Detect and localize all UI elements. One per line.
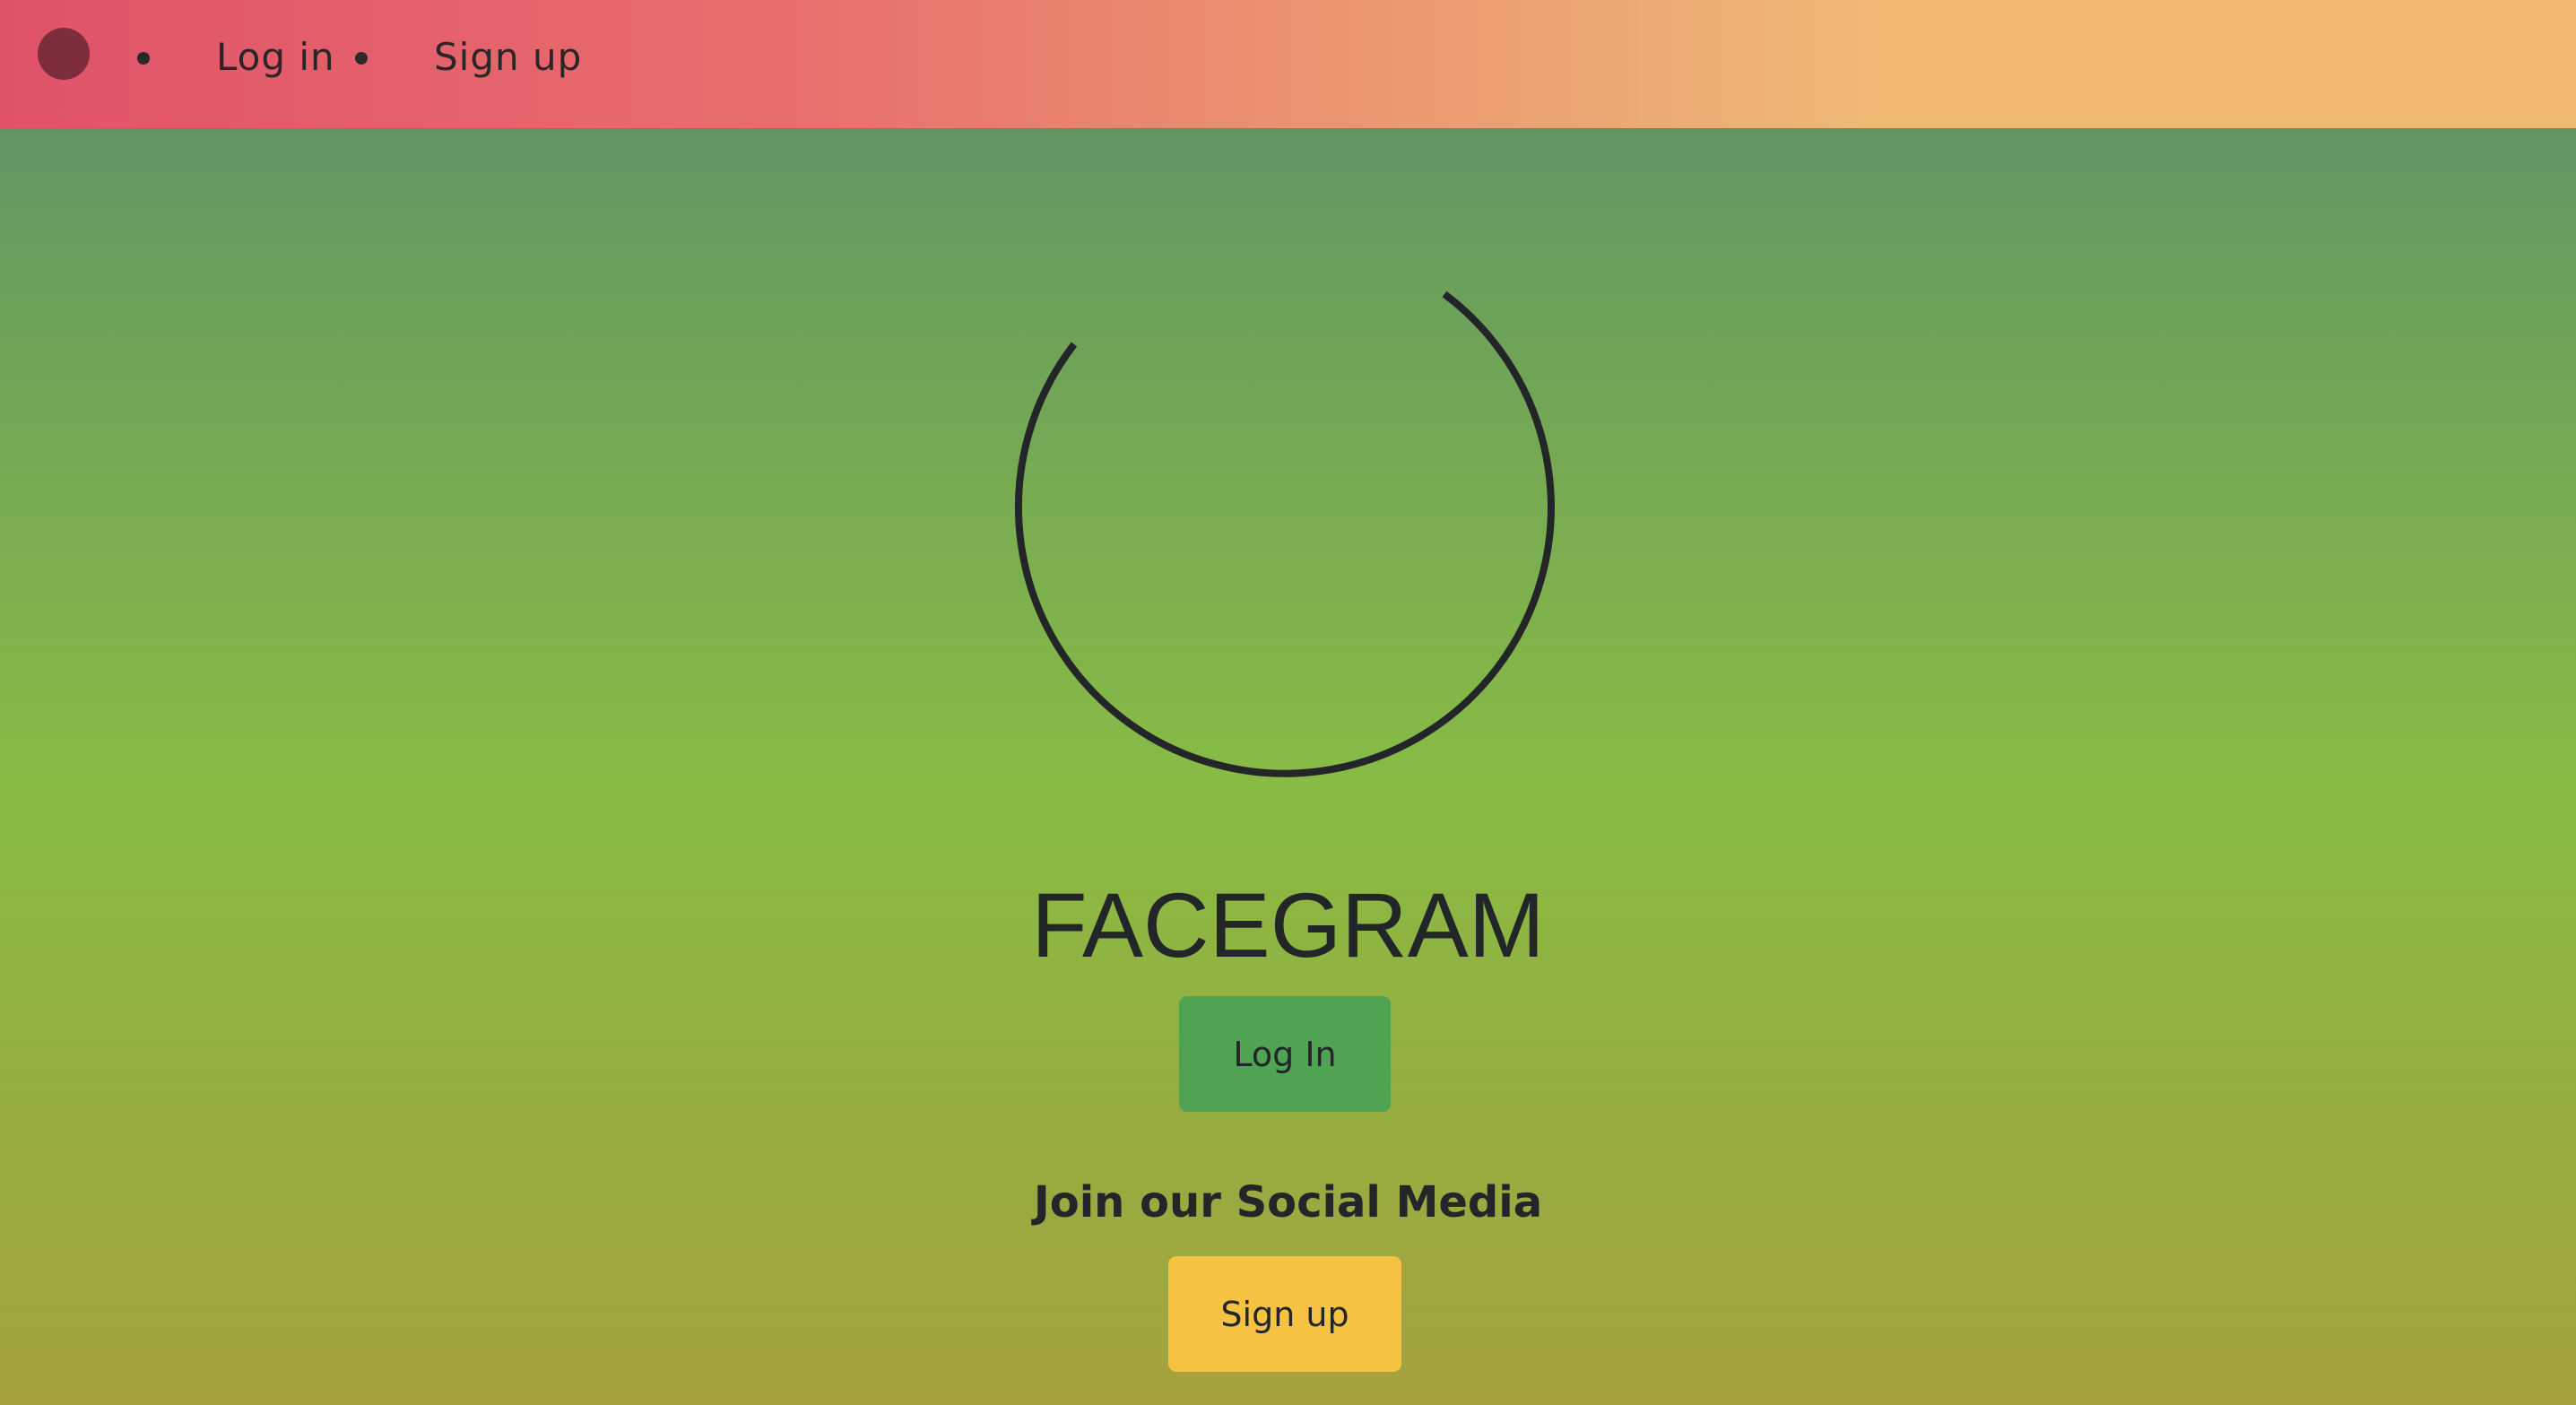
nav-signup-link[interactable]: Sign up (434, 32, 582, 82)
bullet-icon (137, 52, 150, 65)
nav-login-link[interactable]: Log in (216, 32, 335, 82)
top-navbar: Log in Sign up (0, 0, 2576, 128)
login-button[interactable]: Log In (1179, 996, 1391, 1112)
bullet-icon (355, 52, 368, 65)
loading-spinner-icon (1014, 291, 1555, 777)
brand-title: FACEGRAM (1031, 874, 1545, 976)
tagline-heading: Join our Social Media (1033, 1177, 1543, 1227)
signup-button[interactable]: Sign up (1168, 1256, 1401, 1372)
logo-dot-icon[interactable] (38, 28, 90, 80)
